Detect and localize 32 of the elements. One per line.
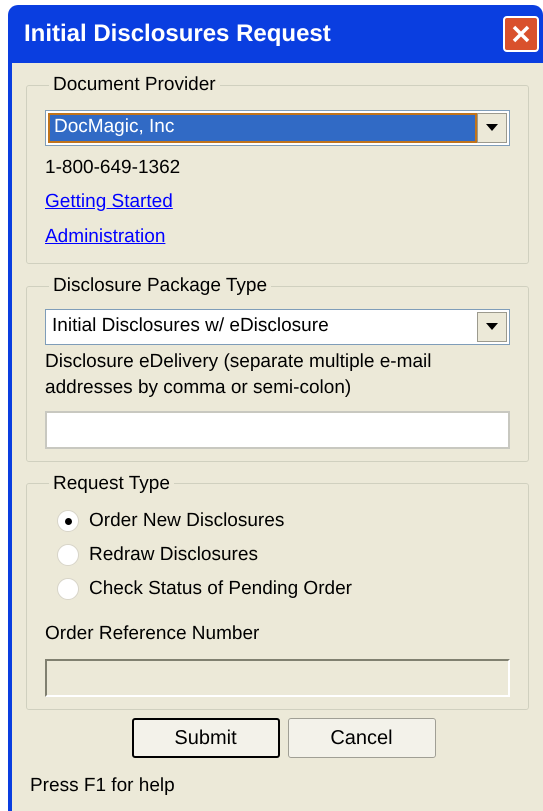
dropdown-button[interactable] — [477, 112, 507, 142]
caret-down-icon — [486, 323, 498, 330]
dropdown[interactable]: Initial Disclosures w/ eDisclosure — [45, 308, 510, 344]
field-label: Disclosure eDelivery (separate multiple e-mail addresses by comma or semi-colon) — [45, 350, 432, 400]
radio-label: Check Status of Pending Order — [89, 576, 352, 601]
group-label: Disclosure Package Type — [52, 274, 268, 298]
dropdown[interactable]: DocMagic, Inc — [45, 110, 510, 146]
radio-label: Order New Disclosures — [89, 508, 284, 533]
dropdown-value: DocMagic, Inc — [48, 112, 477, 142]
field-label: Order Reference Number — [45, 622, 260, 646]
help-hint: Press F1 for help — [30, 774, 176, 798]
help-link[interactable]: Administration — [45, 222, 166, 251]
radio-option[interactable]: Check Status of Pending Order — [45, 572, 510, 606]
radio-button[interactable] — [57, 510, 79, 532]
close-icon — [511, 24, 531, 44]
dialog-button[interactable]: Cancel — [288, 718, 436, 758]
radio-button[interactable] — [57, 578, 79, 600]
group-label: Request Type — [52, 472, 171, 496]
dropdown-value: Initial Disclosures w/ eDisclosure — [51, 314, 330, 338]
help-link[interactable]: Getting Started — [45, 188, 173, 216]
phone-number: 1-800-649-1362 — [45, 156, 182, 180]
group-label: Document Provider — [52, 73, 217, 97]
text-field[interactable] — [45, 410, 510, 448]
radio-option[interactable]: Order New Disclosures — [45, 504, 510, 538]
dropdown-button[interactable] — [477, 312, 507, 342]
caret-down-icon — [486, 124, 498, 131]
close-button[interactable] — [503, 16, 539, 52]
radio-label: Redraw Disclosures — [89, 542, 258, 567]
radio-option[interactable]: Redraw Disclosures — [45, 538, 510, 572]
dialog-button[interactable]: Submit — [132, 718, 280, 758]
window-title: Initial Disclosures Request — [24, 19, 331, 49]
radio-button[interactable] — [57, 544, 79, 566]
